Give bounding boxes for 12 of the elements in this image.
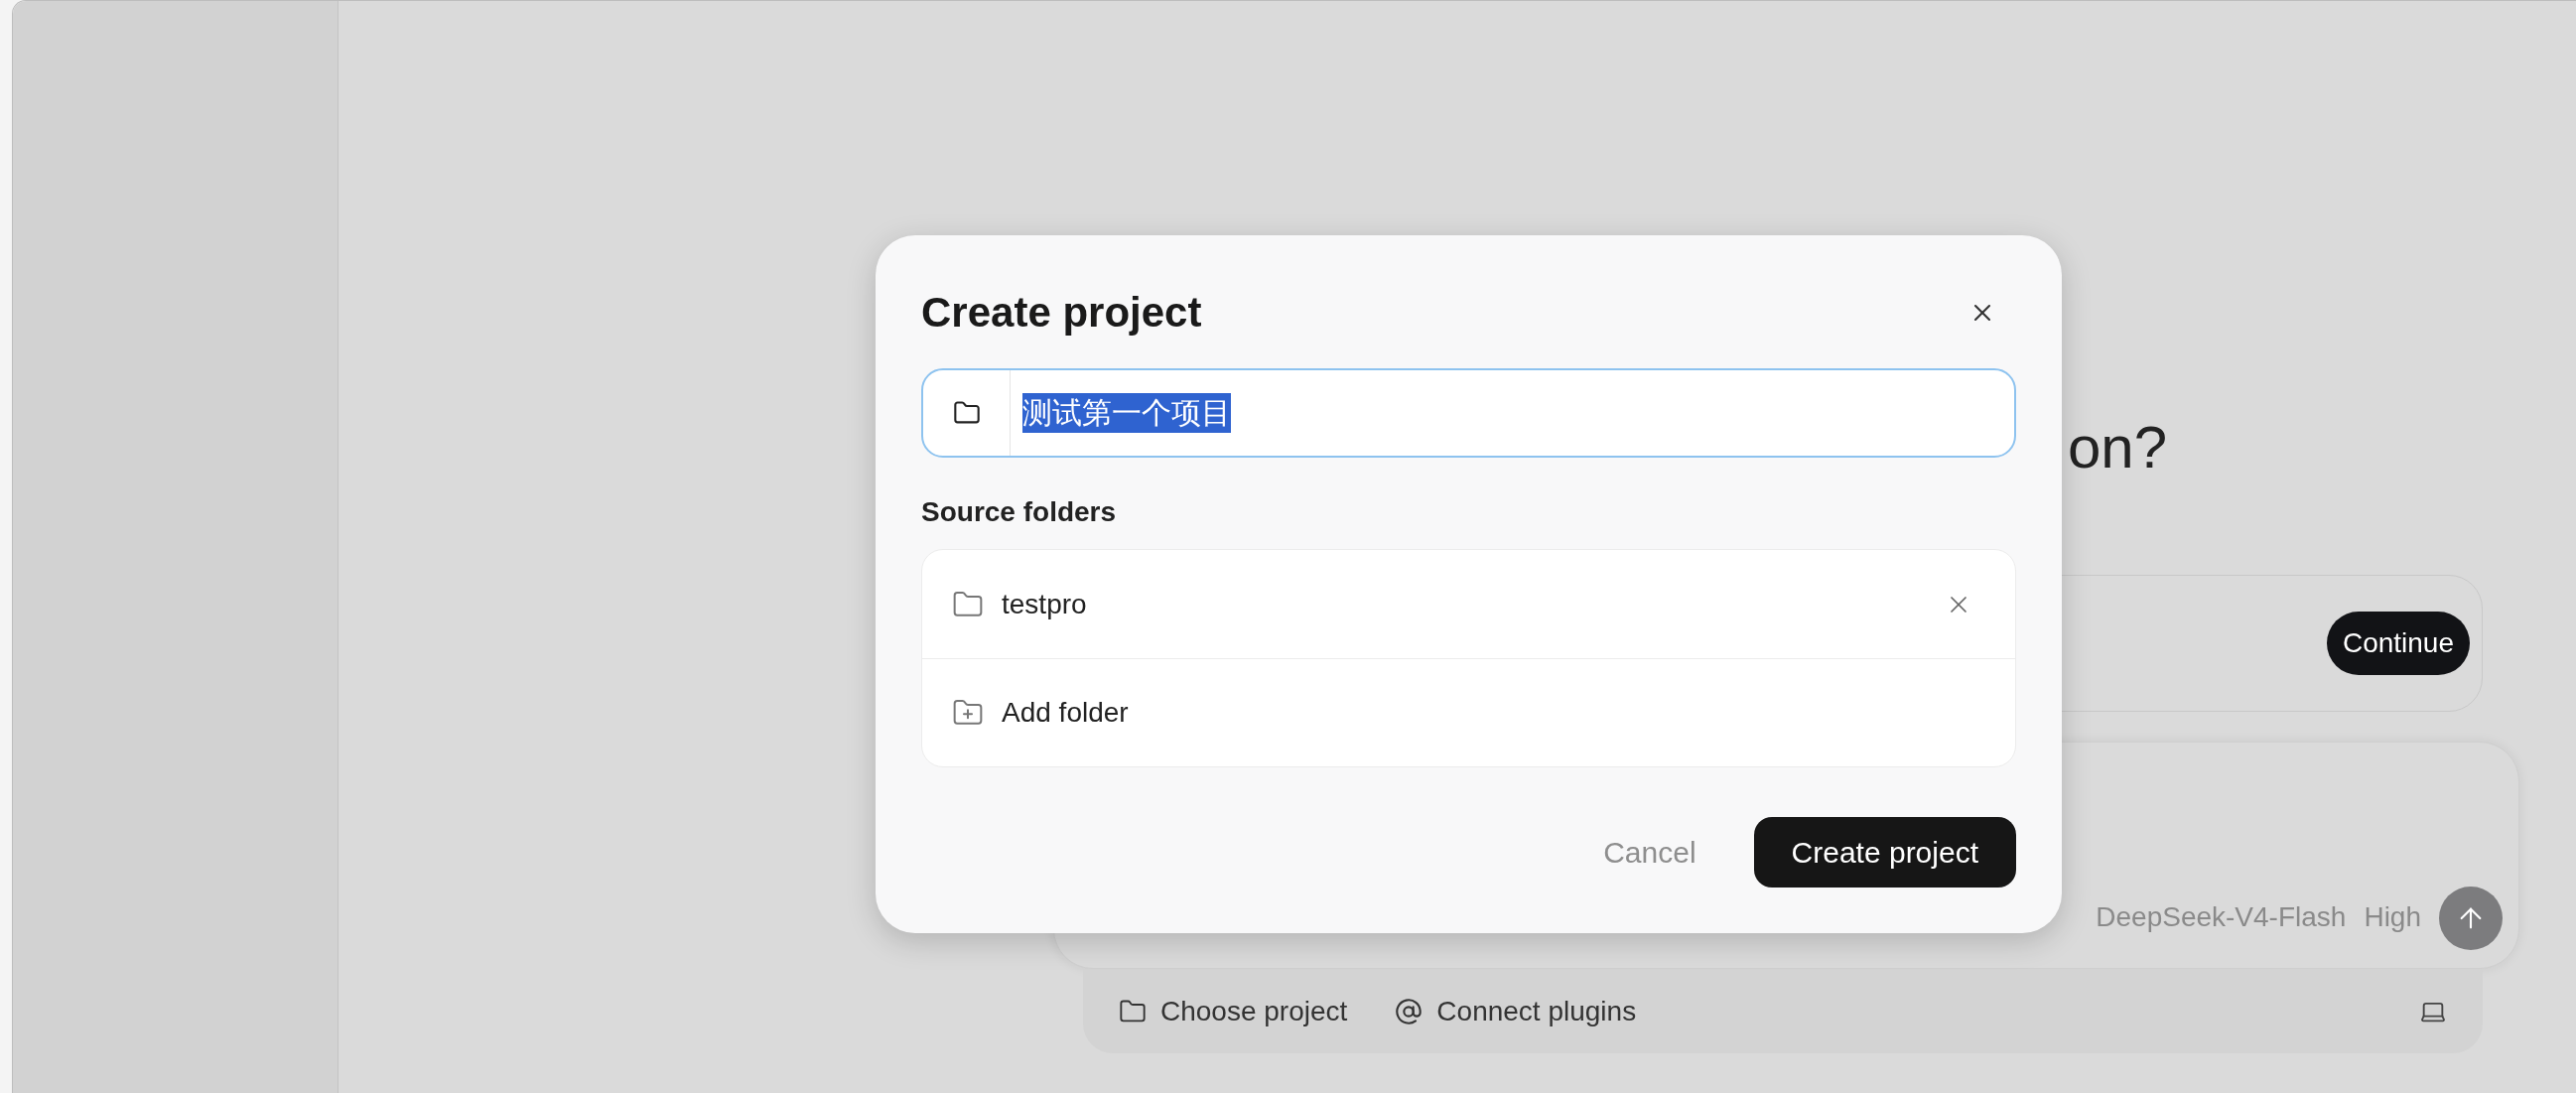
name-field[interactable]: 测试第一个项目 [921, 368, 2016, 458]
folder-row[interactable]: testpro [922, 550, 2015, 658]
continue-button[interactable]: Continue [2326, 612, 2470, 675]
at-sign-icon [1395, 997, 1424, 1025]
heading: on? [2068, 414, 2168, 480]
field-text: 测试第一个项目 [1022, 393, 1231, 433]
add-folder-row[interactable]: Add folder [922, 658, 2015, 766]
dialog-title: Create project [921, 288, 1202, 338]
section-title: Source folders [921, 495, 1118, 529]
bottom-bar-item[interactable]: Connect plugins [1395, 990, 1637, 1032]
create-project-button[interactable]: Create project [1753, 817, 2016, 888]
bottom-bar-item[interactable]: Choose project [1119, 990, 1348, 1032]
